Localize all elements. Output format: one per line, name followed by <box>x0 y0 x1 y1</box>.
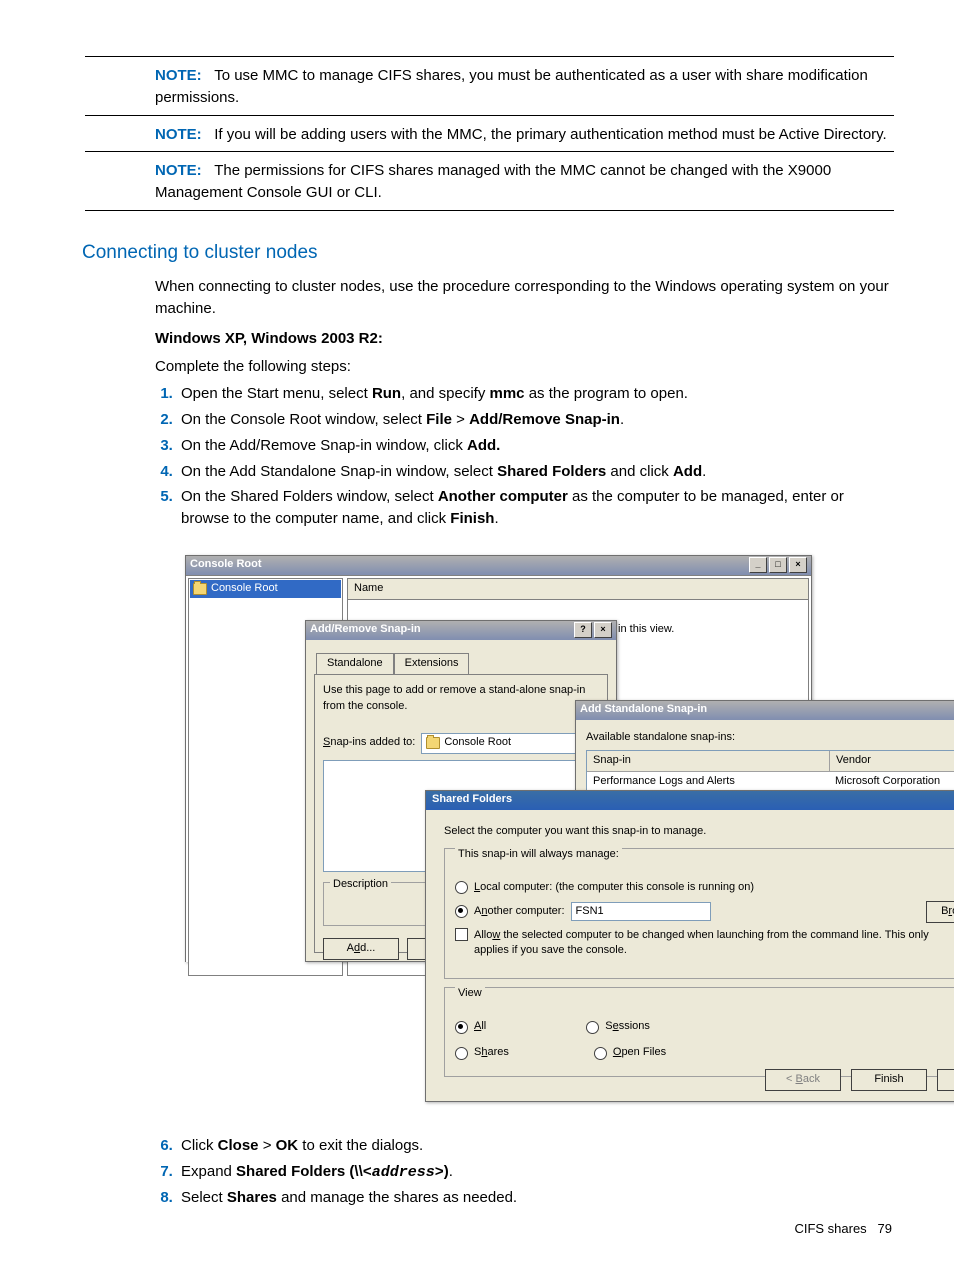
tab-standalone[interactable]: Standalone <box>316 653 394 675</box>
radio-openfiles[interactable]: Open Files <box>594 1045 666 1061</box>
radio-icon <box>594 1047 607 1060</box>
win-version: Windows XP, Windows 2003 R2: <box>155 328 894 350</box>
step-7: Expand Shared Folders (\\<address>). <box>177 1161 894 1184</box>
checkbox-icon <box>455 928 468 941</box>
computer-name-input[interactable]: FSN1 <box>571 902 711 921</box>
addremove-titlebar[interactable]: Add/Remove Snap-in ? × <box>306 621 616 640</box>
fs2-title: View <box>455 986 485 1002</box>
cancel-button[interactable]: Cancel <box>937 1069 954 1091</box>
console-root-titlebar[interactable]: Console Root _ □ × <box>186 556 811 575</box>
minimize-icon[interactable]: _ <box>749 557 767 573</box>
radio-shares[interactable]: Shares <box>455 1045 509 1061</box>
sharedf-titlebar[interactable]: Shared Folders × <box>426 791 954 810</box>
window-title: Add/Remove Snap-in <box>310 622 421 638</box>
back-button[interactable]: < Back <box>765 1069 841 1091</box>
radio-icon <box>455 905 468 918</box>
steps-list: Open the Start menu, select Run, and spe… <box>155 383 894 530</box>
close-icon[interactable]: × <box>789 557 807 573</box>
step-4: On the Add Standalone Snap-in window, se… <box>177 461 894 483</box>
window-title: Add Standalone Snap-in <box>580 702 707 718</box>
radio-another[interactable]: Another computer: FSN1 Browse... <box>455 901 954 923</box>
col-snapin[interactable]: Snap-in <box>587 751 830 771</box>
col-vendor[interactable]: Vendor <box>830 751 954 771</box>
fs1-title: This snap-in will always manage: <box>455 847 622 863</box>
help-icon[interactable]: ? <box>574 622 592 638</box>
select-label: Select the computer you want this snap-i… <box>444 824 954 840</box>
step-1: Open the Start menu, select Run, and spe… <box>177 383 894 405</box>
page-footer: CIFS shares 79 <box>794 1220 892 1239</box>
radio-icon <box>586 1021 599 1034</box>
step-2: On the Console Root window, select File … <box>177 409 894 431</box>
radio-icon <box>455 881 468 894</box>
step-6: Click Close > OK to exit the dialogs. <box>177 1135 894 1157</box>
maximize-icon[interactable]: □ <box>769 557 787 573</box>
description-label: Description <box>330 877 391 893</box>
tree-item-console-root[interactable]: Console Root <box>190 580 341 598</box>
window-title: Shared Folders <box>432 792 512 808</box>
radio-icon <box>455 1021 468 1034</box>
note-text: The permissions for CIFS shares managed … <box>155 162 831 201</box>
add-button[interactable]: Add... <box>323 938 399 960</box>
shared-folders-window: Shared Folders × Select the computer you… <box>425 790 954 1102</box>
finish-button[interactable]: Finish <box>851 1069 927 1091</box>
note-label: NOTE: <box>155 67 202 84</box>
radio-all[interactable]: All <box>455 1019 486 1035</box>
folder-icon <box>426 737 440 749</box>
folder-icon <box>193 583 207 595</box>
close-icon[interactable]: × <box>594 622 612 638</box>
step-5: On the Shared Folders window, select Ano… <box>177 486 894 530</box>
hint-text: Use this page to add or remove a stand-a… <box>323 683 599 715</box>
allow-change-checkbox[interactable]: Allow the selected computer to be change… <box>455 928 954 960</box>
list-column-name[interactable]: Name <box>348 579 808 600</box>
intro: When connecting to cluster nodes, use th… <box>155 276 894 320</box>
note-text: To use MMC to manage CIFS shares, you mu… <box>155 67 868 106</box>
radio-icon <box>455 1047 468 1060</box>
window-title: Console Root <box>190 557 262 573</box>
available-label: Available standalone snap-ins: <box>586 730 954 746</box>
section-title: Connecting to cluster nodes <box>82 239 894 267</box>
radio-sessions[interactable]: Sessions <box>586 1019 650 1035</box>
note-3: NOTE: The permissions for CIFS shares ma… <box>155 160 894 204</box>
list-item[interactable]: Performance Logs and AlertsMicrosoft Cor… <box>587 772 954 792</box>
note-label: NOTE: <box>155 162 202 179</box>
note-text: If you will be adding users with the MMC… <box>214 126 887 143</box>
steps-list-2: Click Close > OK to exit the dialogs. Ex… <box>155 1135 894 1209</box>
mmc-screenshot: Console Root _ □ × Console Root Name The… <box>185 555 954 1105</box>
snapins-combo[interactable]: Console Root ▼ <box>421 733 599 754</box>
step-3: On the Add/Remove Snap-in window, click … <box>177 435 894 457</box>
browse-button[interactable]: Browse... <box>926 901 954 923</box>
addstd-titlebar[interactable]: Add Standalone Snap-in ? × <box>576 701 954 720</box>
radio-local[interactable]: Local computer: (the computer this conso… <box>455 880 954 896</box>
snapins-label: Snap-ins added to: <box>323 735 415 751</box>
complete: Complete the following steps: <box>155 356 894 378</box>
note-2: NOTE: If you will be adding users with t… <box>155 124 894 146</box>
note-label: NOTE: <box>155 126 202 143</box>
note-1: NOTE: To use MMC to manage CIFS shares, … <box>155 65 894 109</box>
step-8: Select Shares and manage the shares as n… <box>177 1187 894 1209</box>
tab-extensions[interactable]: Extensions <box>394 653 470 675</box>
